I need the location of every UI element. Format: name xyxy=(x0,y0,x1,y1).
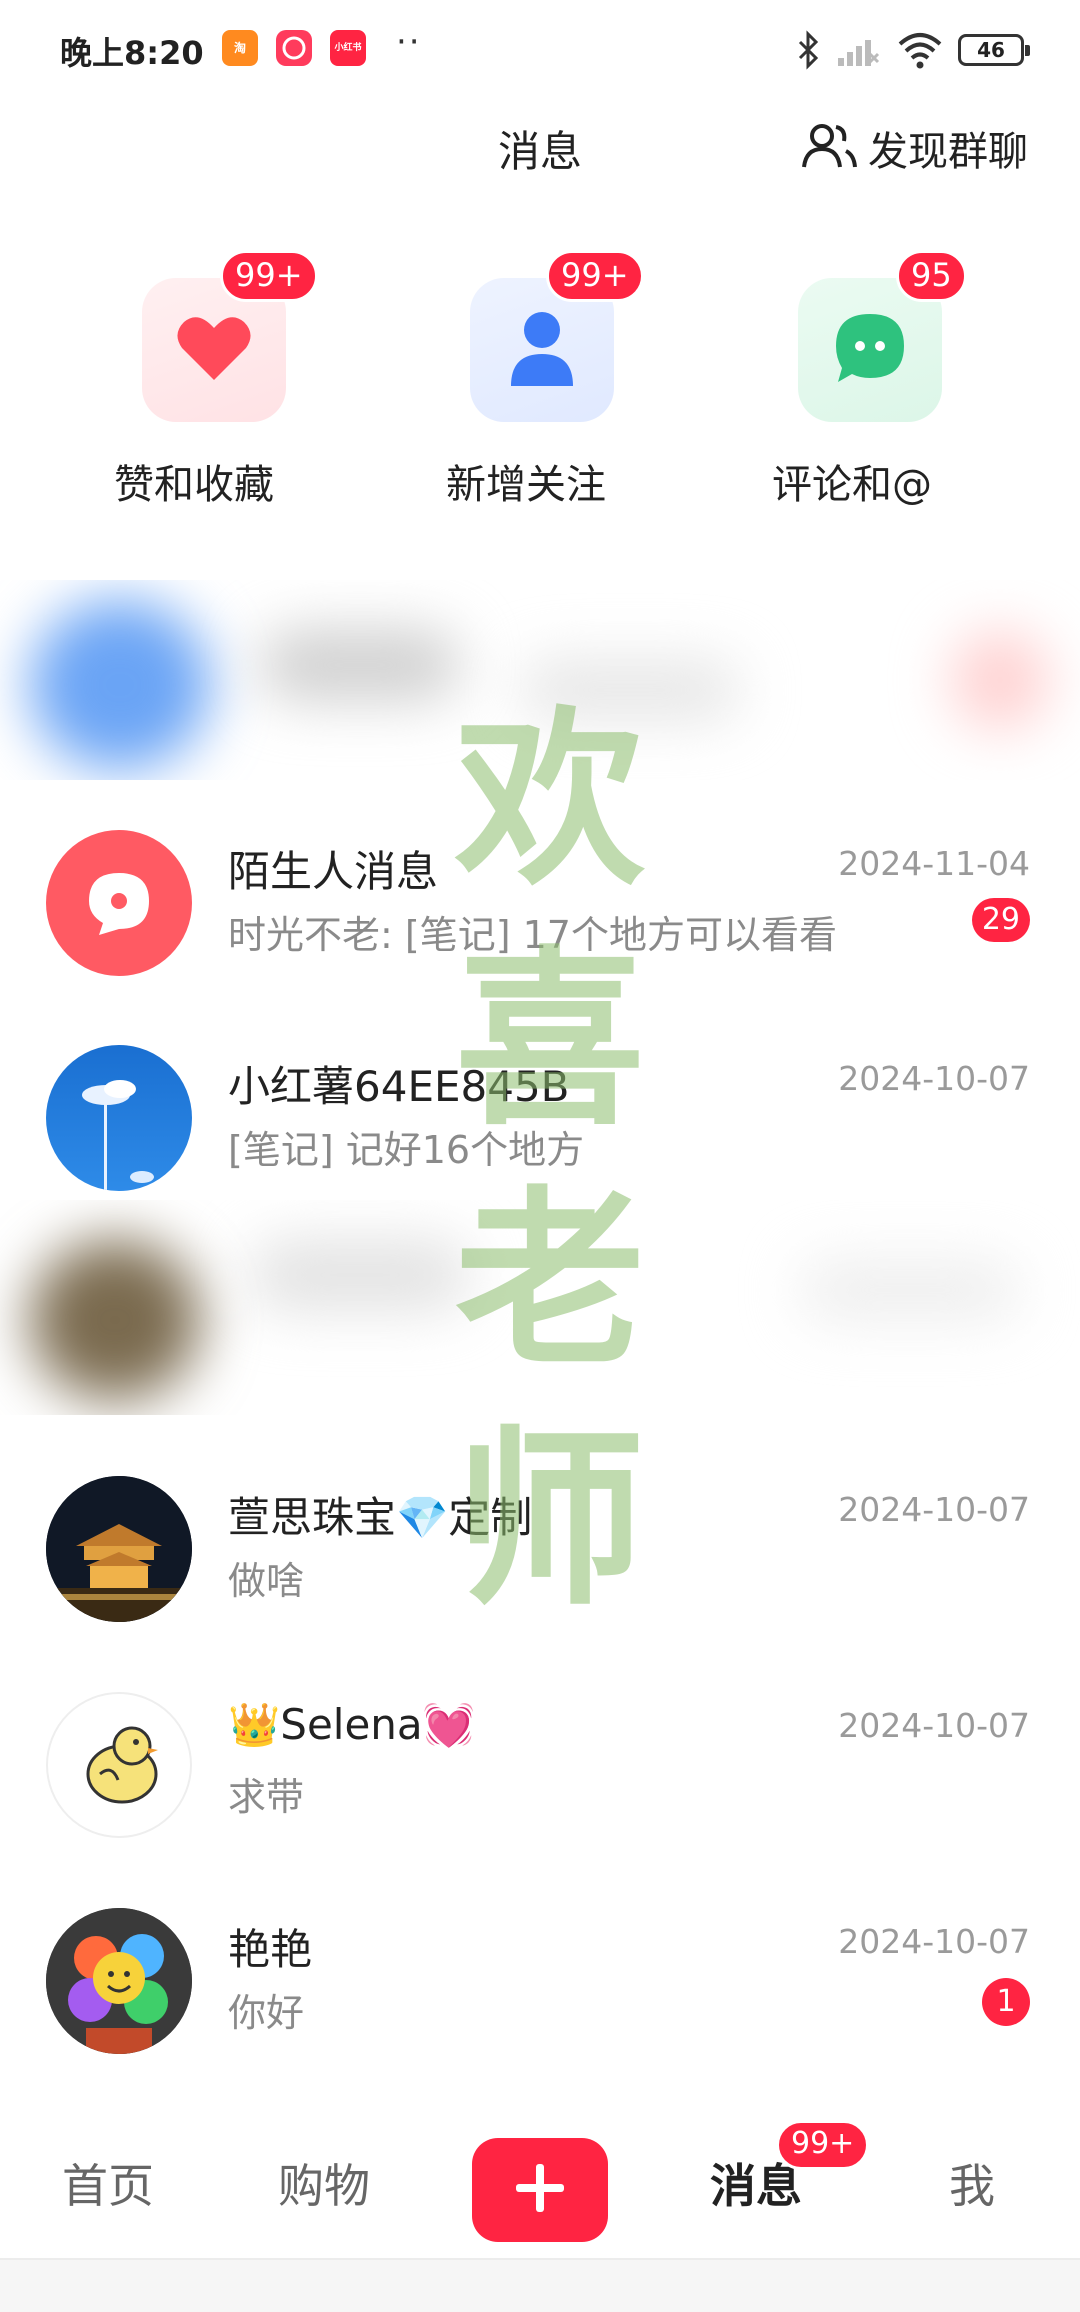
comments-label: 评论和@ xyxy=(772,462,932,508)
message-row-user[interactable]: 小红薯64EE845B [笔记] 记好16个地方 2024-10-07 xyxy=(0,1015,1080,1225)
message-preview: 时光不老: [笔记] 17个地方可以看看 xyxy=(228,913,837,957)
group-people-icon xyxy=(802,121,858,175)
sky-photo-avatar xyxy=(46,1045,192,1191)
message-row-user[interactable]: 萱思珠宝💎定制 做啥 2024-10-07 xyxy=(0,1446,1080,1656)
bottom-navigation: 首页 购物 消息 99+ 我 xyxy=(0,2120,1080,2260)
likes-label: 赞和收藏 xyxy=(114,462,274,508)
chick-avatar xyxy=(46,1692,192,1838)
nav-shop[interactable]: 购物 xyxy=(244,2150,404,2216)
message-preview: 做啥 xyxy=(228,1559,305,1603)
likes-and-favorites-shortcut[interactable]: 99+ 赞和收藏 xyxy=(62,250,322,520)
message-row-stranger[interactable]: 陌生人消息 时光不老: [笔记] 17个地方可以看看 2024-11-04 29 xyxy=(0,800,1080,1010)
message-preview: [笔记] 记好16个地方 xyxy=(228,1128,585,1172)
message-sender-name: 艳艳 xyxy=(228,1925,313,1974)
message-sender-name: 萱思珠宝💎定制 xyxy=(228,1493,533,1542)
palace-photo-avatar xyxy=(46,1476,192,1622)
message-sender-name: 陌生人消息 xyxy=(228,847,439,896)
message-time: 2024-10-07 xyxy=(838,1059,1030,1098)
blurred-message-row[interactable] xyxy=(0,1200,1080,1415)
blurred-text xyxy=(520,660,740,720)
blurred-avatar xyxy=(30,1240,200,1400)
comments-badge: 95 xyxy=(896,250,967,302)
header: 消息 发现群聊 xyxy=(0,100,1080,200)
unread-count-badge: 1 xyxy=(982,1978,1030,2026)
message-time: 2024-10-07 xyxy=(838,1922,1030,1961)
plus-icon xyxy=(512,2160,568,2220)
battery-indicator: 46 xyxy=(958,34,1030,66)
blurred-text xyxy=(800,1260,1020,1320)
xiaohongshu-notification-icon: 小红书 xyxy=(330,30,366,66)
blurred-avatar xyxy=(30,600,210,770)
person-icon xyxy=(507,308,577,392)
followers-badge: 99+ xyxy=(546,250,644,302)
comments-and-mentions-shortcut[interactable]: 95 评论和@ xyxy=(718,250,978,520)
discover-group-chat-label: 发现群聊 xyxy=(868,129,1028,175)
unread-count-badge: 29 xyxy=(971,898,1030,942)
app-notification-icon xyxy=(276,30,312,66)
message-time: 2024-11-04 xyxy=(838,844,1030,883)
message-sender-name: 👑Selena💓 xyxy=(228,1700,475,1749)
stranger-message-icon xyxy=(46,830,192,976)
heart-icon xyxy=(174,312,254,388)
likes-badge: 99+ xyxy=(220,250,318,302)
blurred-message-row[interactable] xyxy=(0,580,1080,780)
message-row-user[interactable]: 艳艳 你好 2024-10-07 1 xyxy=(0,1878,1080,2088)
more-notifications-icon: ·· xyxy=(396,22,422,62)
message-preview: 你好 xyxy=(228,1991,305,2035)
blurred-text xyxy=(250,1240,470,1310)
message-time: 2024-10-07 xyxy=(838,1490,1030,1529)
nav-home[interactable]: 首页 xyxy=(28,2150,188,2216)
discover-group-chat-button[interactable]: 发现群聊 xyxy=(802,118,1028,178)
create-post-button[interactable] xyxy=(472,2138,608,2242)
followers-label: 新增关注 xyxy=(446,462,606,508)
wifi-icon xyxy=(896,30,944,74)
message-sender-name: 小红薯64EE845B xyxy=(228,1062,570,1111)
blurred-badge xyxy=(950,630,1050,730)
message-row-user[interactable]: 👑Selena💓 求带 2024-10-07 xyxy=(0,1662,1080,1872)
status-bar: 晚上8:20 淘 小红书 ·· 46 xyxy=(0,0,1080,100)
flower-avatar xyxy=(46,1908,192,2054)
notification-shortcuts: 99+ 赞和收藏 99+ 新增关注 95 评论和@ xyxy=(0,250,1080,520)
bluetooth-icon xyxy=(796,30,820,74)
new-followers-shortcut[interactable]: 99+ 新增关注 xyxy=(390,250,650,520)
nav-me[interactable]: 我 xyxy=(892,2150,1052,2216)
blurred-text xyxy=(260,630,460,700)
chat-bubble-icon xyxy=(832,310,908,390)
signal-icon xyxy=(836,32,880,72)
message-preview: 求带 xyxy=(228,1775,305,1819)
system-navigation-bar xyxy=(0,2258,1080,2312)
nav-messages-badge: 99+ xyxy=(776,2120,870,2170)
status-time: 晚上8:20 xyxy=(60,34,204,72)
message-time: 2024-10-07 xyxy=(838,1706,1030,1745)
shopping-app-notification-icon: 淘 xyxy=(222,30,258,66)
